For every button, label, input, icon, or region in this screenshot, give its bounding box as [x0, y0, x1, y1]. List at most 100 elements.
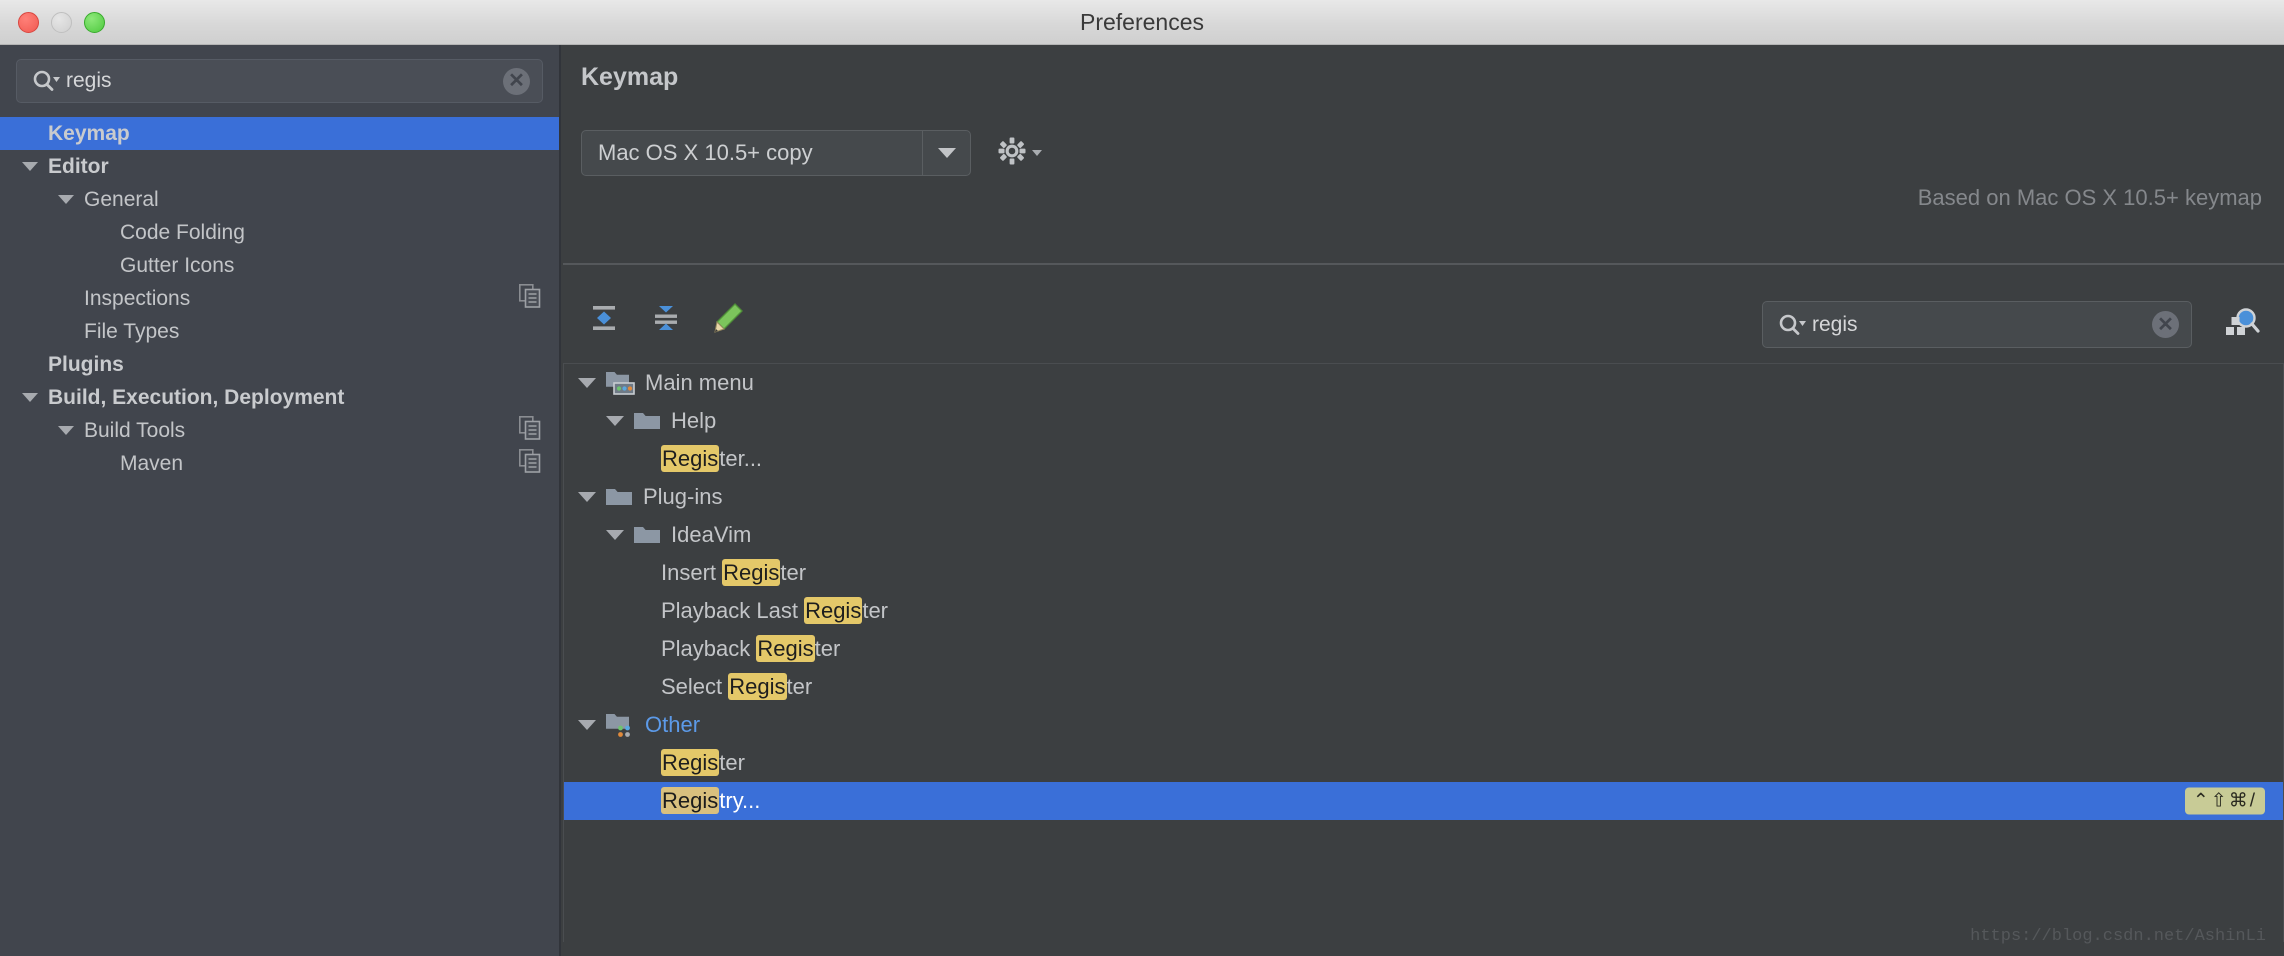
label-suffix: ter — [786, 674, 813, 699]
folder-icon — [633, 523, 661, 547]
tree-row-label: Plug-ins — [643, 484, 723, 509]
chevron-down-icon[interactable] — [606, 416, 624, 426]
gear-icon — [997, 136, 1027, 171]
settings-category-list: Keymap Editor General Code Folding Gutter Ic… — [0, 117, 559, 480]
tree-row[interactable]: Register... — [564, 440, 2283, 478]
search-match-highlight: Regis — [756, 635, 815, 662]
tree-row[interactable]: Main menu — [564, 364, 2283, 402]
sidebar-item-file-types[interactable]: File Types — [0, 315, 559, 348]
label-suffix: ter — [814, 636, 841, 661]
tree-row-label: Registry... — [661, 787, 761, 814]
expand-all-button[interactable] — [585, 301, 623, 339]
chevron-down-icon — [1032, 150, 1042, 156]
keymap-search-box[interactable]: regis ✕ — [1762, 301, 2192, 348]
tree-row[interactable]: Insert Register — [564, 554, 2283, 592]
collapse-all-button[interactable] — [647, 301, 685, 339]
other-folder-icon — [605, 712, 635, 738]
label-suffix: ter... — [719, 446, 763, 471]
copy-settings-icon[interactable] — [519, 448, 541, 479]
label-suffix: try... — [719, 788, 761, 813]
window-titlebar: Preferences — [0, 0, 2284, 45]
sidebar-item-inspections[interactable]: Inspections — [0, 282, 559, 315]
label-prefix: Playback Last — [661, 598, 805, 623]
tree-row[interactable]: Register — [564, 744, 2283, 782]
preferences-sidebar: regis ✕ Keymap Editor General Code Folding G… — [0, 45, 561, 956]
folder-icon — [605, 485, 633, 509]
tree-row-label: Help — [671, 408, 717, 433]
tree-row[interactable]: Plug-ins — [564, 478, 2283, 516]
clear-icon[interactable]: ✕ — [503, 67, 530, 95]
keymap-action-tree[interactable]: Main menu Help Register... Plug-ins IdeaVim I… — [563, 363, 2284, 942]
sidebar-item-label: Build, Execution, Deployment — [48, 385, 345, 409]
tree-row-label: Insert Register — [661, 559, 807, 586]
label-suffix: ter — [719, 750, 745, 775]
sidebar-item-label: Inspections — [84, 286, 191, 310]
sidebar-item-keymap[interactable]: Keymap — [0, 117, 559, 150]
sidebar-item-editor[interactable]: Editor — [0, 150, 559, 183]
page-title: Keymap — [581, 63, 679, 91]
sidebar-item-label: Plugins — [48, 352, 124, 376]
sidebar-item-plugins[interactable]: Plugins — [0, 348, 559, 381]
sidebar-item-label: Build Tools — [84, 418, 186, 442]
tree-row-label: Register... — [661, 445, 763, 472]
copy-settings-icon[interactable] — [519, 415, 541, 446]
sidebar-search-input[interactable]: regis — [66, 69, 503, 93]
search-match-highlight: Regis — [661, 749, 720, 776]
keymap-dropdown-value: Mac OS X 10.5+ copy — [598, 140, 813, 165]
chevron-down-icon[interactable] — [578, 720, 596, 730]
tree-row-label: Register — [661, 749, 745, 776]
chevron-down-icon[interactable] — [22, 162, 38, 171]
sidebar-item-label: Maven — [120, 451, 184, 475]
copy-settings-icon[interactable] — [519, 283, 541, 314]
tree-row-label: IdeaVim — [671, 522, 752, 547]
search-icon — [31, 69, 61, 93]
chevron-down-icon[interactable] — [606, 530, 624, 540]
label-prefix: Select — [661, 674, 729, 699]
search-match-highlight: Regis — [728, 673, 787, 700]
keymap-dropdown[interactable]: Mac OS X 10.5+ copy — [581, 130, 971, 176]
sidebar-item-label: Gutter Icons — [120, 253, 235, 277]
chevron-down-icon[interactable] — [578, 378, 596, 388]
search-match-highlight: Regis — [661, 787, 720, 814]
section-divider — [563, 263, 2284, 265]
tree-row-label: Playback Register — [661, 635, 841, 662]
search-match-highlight: Regis — [661, 445, 720, 472]
search-icon — [1777, 313, 1807, 337]
sidebar-item-gutter-icons[interactable]: Gutter Icons — [0, 249, 559, 282]
find-by-shortcut-icon — [2222, 308, 2262, 347]
tree-row[interactable]: Registry... ⌃⇧⌘/ — [564, 782, 2283, 820]
sidebar-item-general[interactable]: General — [0, 183, 559, 216]
search-match-highlight: Regis — [804, 597, 863, 624]
label-suffix: ter — [862, 598, 889, 623]
label-prefix: Playback — [661, 636, 757, 661]
clear-icon[interactable]: ✕ — [2152, 311, 2179, 338]
chevron-down-icon[interactable] — [578, 492, 596, 502]
chevron-down-icon[interactable] — [22, 393, 38, 402]
chevron-down-icon[interactable] — [58, 426, 74, 435]
tree-row[interactable]: Playback Last Register — [564, 592, 2283, 630]
sidebar-item-code-folding[interactable]: Code Folding — [0, 216, 559, 249]
tree-row[interactable]: Select Register — [564, 668, 2283, 706]
tree-row[interactable]: Help — [564, 402, 2283, 440]
sidebar-item-build-tools[interactable]: Build Tools — [0, 414, 559, 447]
tree-row[interactable]: Other — [564, 706, 2283, 744]
tree-row[interactable]: IdeaVim — [564, 516, 2283, 554]
keymap-search-input[interactable]: regis — [1812, 313, 2152, 337]
find-by-shortcut-button[interactable] — [2222, 303, 2262, 348]
sidebar-item-build-execution-deployment[interactable]: Build, Execution, Deployment — [0, 381, 559, 414]
tree-row-label: Select Register — [661, 673, 813, 700]
tree-row[interactable]: Playback Register — [564, 630, 2283, 668]
edit-shortcut-button[interactable] — [709, 301, 747, 339]
label-suffix: ter — [780, 560, 807, 585]
sidebar-item-label: General — [84, 187, 159, 211]
chevron-down-icon[interactable] — [922, 131, 970, 175]
folder-icon — [633, 409, 661, 433]
sidebar-search-box[interactable]: regis ✕ — [16, 59, 543, 103]
chevron-down-icon[interactable] — [58, 195, 74, 204]
sidebar-item-label: File Types — [84, 319, 180, 343]
main-menu-folder-icon — [605, 370, 635, 396]
based-on-label: Based on Mac OS X 10.5+ keymap — [1917, 185, 2262, 210]
sidebar-item-maven[interactable]: Maven — [0, 447, 559, 480]
keymap-selector-row: Mac OS X 10.5+ copy — [581, 130, 1042, 176]
keymap-settings-button[interactable] — [997, 136, 1042, 171]
